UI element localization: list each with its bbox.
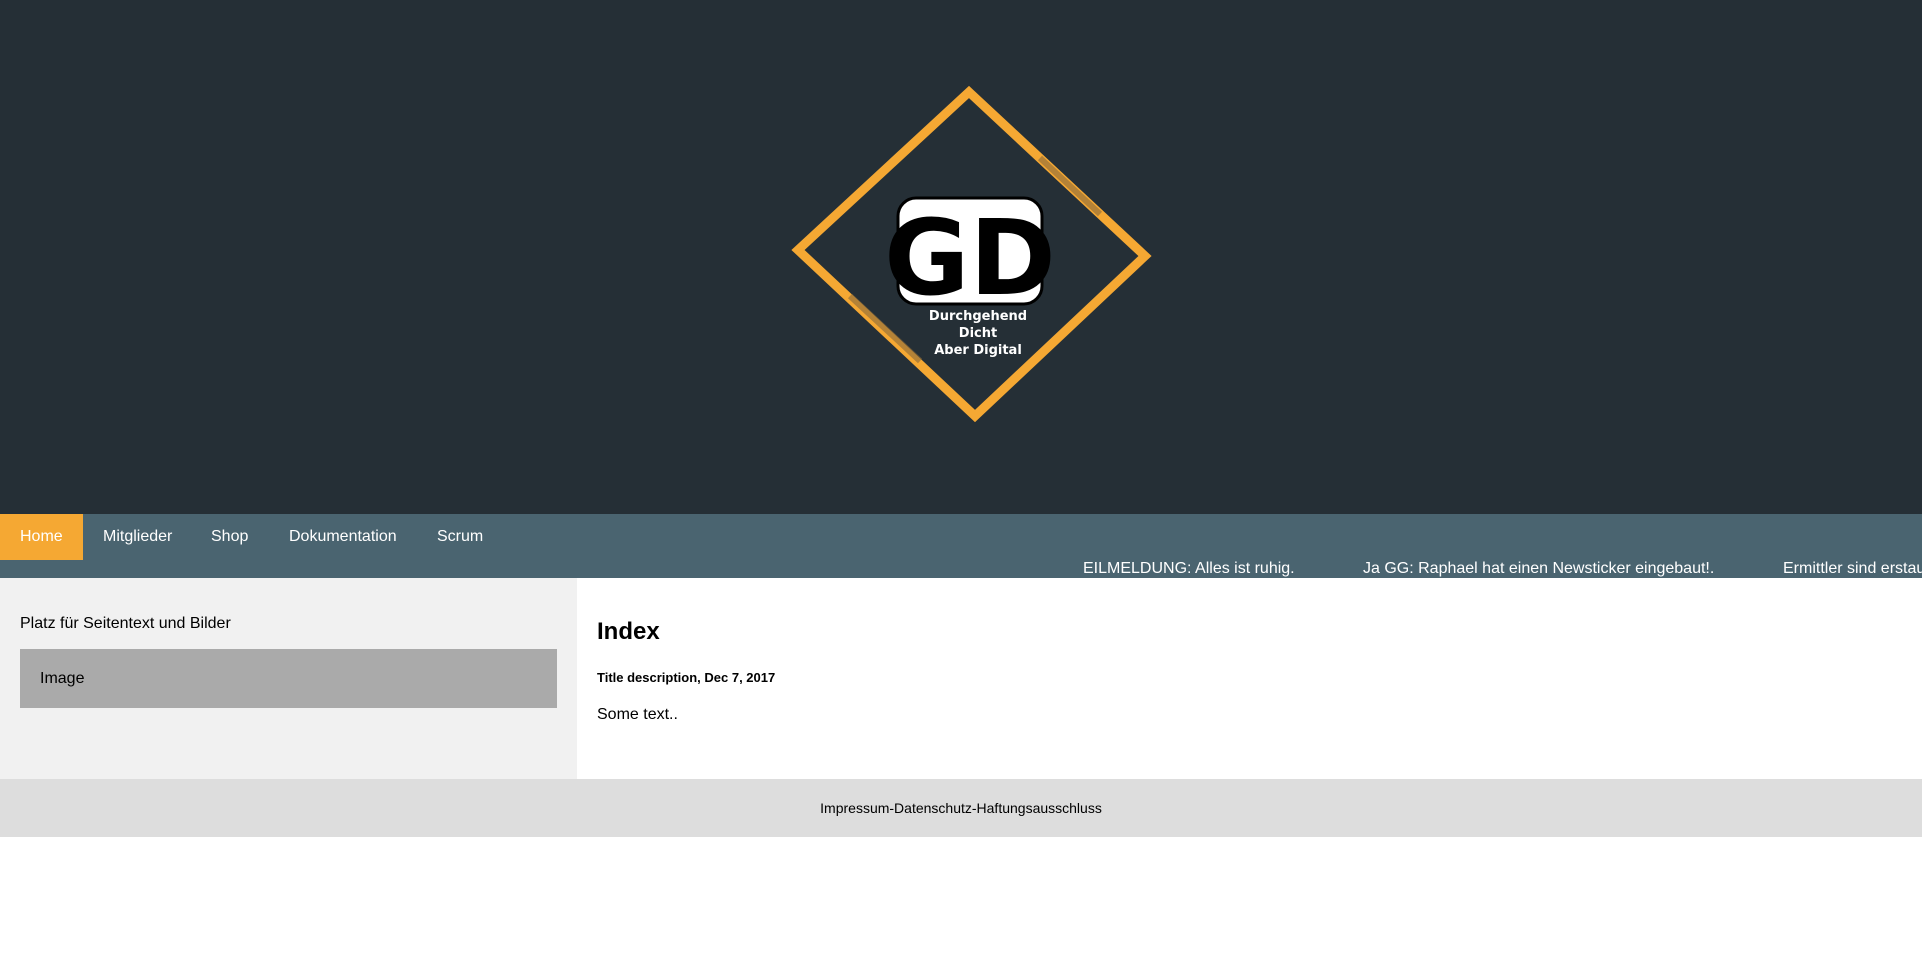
sidebar-text: Platz für Seitentext und Bilder xyxy=(20,615,231,632)
nav-item-scrum[interactable]: Scrum xyxy=(417,514,503,560)
logo-monogram: GD xyxy=(884,197,1056,319)
logo-tagline-3: Aber Digital xyxy=(934,343,1022,358)
image-placeholder: Image xyxy=(20,649,557,708)
nav-item-shop[interactable]: Shop xyxy=(191,514,268,560)
nav-item-home[interactable]: Home xyxy=(0,514,83,560)
logo-graphic: GD Durchgehend Dicht Aber Digital xyxy=(791,86,1152,422)
page-title: Index xyxy=(597,618,660,645)
ticker-item: EILMELDUNG: Alles ist ruhig. xyxy=(1083,560,1295,577)
nav-item-mitglieder[interactable]: Mitglieder xyxy=(83,514,192,560)
nav-item-dokumentation[interactable]: Dokumentation xyxy=(269,514,417,560)
site-logo[interactable]: GD Durchgehend Dicht Aber Digital xyxy=(790,86,1152,422)
ticker-item: Ermittler sind erstau xyxy=(1783,560,1922,577)
footer-links[interactable]: Impressum-Datenschutz-Haftungsausschluss xyxy=(820,800,1102,816)
footer: Impressum-Datenschutz-Haftungsausschluss xyxy=(0,779,1922,837)
logo-tagline-1: Durchgehend xyxy=(929,309,1027,324)
title-description: Title description, Dec 7, 2017 xyxy=(597,670,776,685)
site-header: GD Durchgehend Dicht Aber Digital xyxy=(0,0,1922,514)
sidebar: Platz für Seitentext und Bilder Image xyxy=(0,578,577,779)
main-navigation: Home Mitglieder Shop Dokumentation Scrum… xyxy=(0,514,1922,578)
body-text: Some text.. xyxy=(597,706,678,723)
main-content: Index Title description, Dec 7, 2017 Som… xyxy=(577,578,1922,779)
logo-tagline-2: Dicht xyxy=(959,326,997,341)
ticker-item: Ja GG: Raphael hat einen Newsticker eing… xyxy=(1363,560,1715,577)
